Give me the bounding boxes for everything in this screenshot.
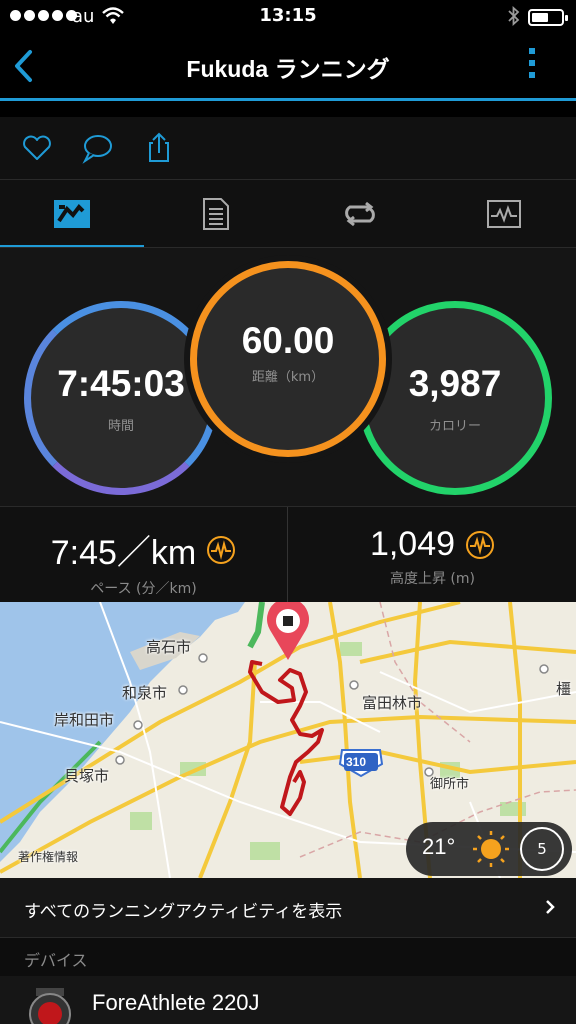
comment-icon[interactable] <box>80 131 114 165</box>
finish-pin-icon <box>267 602 309 660</box>
stats-panel: 7:45:03 時間 3,987 カロリー 60.00 距離（km） <box>0 247 576 506</box>
map-label-kaizuka: 貝塚市 <box>64 768 110 785</box>
watch-icon <box>29 988 71 1024</box>
pace-metric: 7:45／km ペース (分／km) <box>0 507 287 603</box>
elevation-label: 高度上昇 (m) <box>389 571 475 587</box>
overview-icon <box>54 200 90 228</box>
map-label-kishiwada: 岸和田市 <box>54 712 115 729</box>
pace-label: ペース (分／km) <box>90 581 197 597</box>
metrics-divider <box>287 507 288 603</box>
map-label-tondabayashi: 富田林市 <box>362 695 423 712</box>
device-row[interactable]: ForeAthlete 220J <box>0 976 576 1024</box>
route-310-label: 310 <box>346 755 367 769</box>
calories-circle: 3,987 カロリー <box>358 301 552 495</box>
map-label-takaishi: 高石市 <box>146 639 192 656</box>
weather-badge: 21° 5 <box>406 822 572 876</box>
battery-icon <box>528 9 568 26</box>
map-label-izumi: 和泉市 <box>122 685 168 702</box>
tab-charts[interactable] <box>432 180 576 248</box>
pace-value: 7:45／km <box>50 534 197 572</box>
laps-icon <box>345 201 375 227</box>
map-label-gose: 御所市 <box>430 776 470 791</box>
device-name: ForeAthlete 220J <box>92 990 260 1015</box>
calories-value: 3,987 <box>408 362 502 404</box>
metrics-row: 7:45／km ペース (分／km) 1,049 高度上昇 (m) <box>0 506 576 603</box>
tab-laps[interactable] <box>288 180 432 248</box>
tab-details[interactable] <box>144 180 288 248</box>
tab-bar <box>0 179 576 248</box>
bluetooth-icon <box>508 5 520 27</box>
tab-overview[interactable] <box>0 180 144 248</box>
share-icon[interactable] <box>142 131 176 165</box>
status-time: 13:15 <box>259 5 317 26</box>
social-actions <box>0 101 576 179</box>
distance-value: 60.00 <box>241 319 335 361</box>
chevron-right-icon <box>546 900 555 914</box>
calories-label: カロリー <box>428 418 481 434</box>
map-copyright-link[interactable]: 著作権情報 <box>18 848 78 865</box>
status-bar: au 13:15 <box>0 0 576 36</box>
elevation-value: 1,049 <box>369 525 456 563</box>
devices-section-label: デバイス <box>24 951 88 970</box>
sun-icon <box>473 831 509 867</box>
heart-icon[interactable] <box>20 131 54 165</box>
pace-info-icon[interactable] <box>206 535 236 565</box>
elevation-info-icon[interactable] <box>465 530 495 560</box>
time-circle: 7:45:03 時間 <box>24 301 218 495</box>
nav-bar: Fukuda ランニング <box>0 36 576 98</box>
devices-section-header: デバイス <box>0 938 576 976</box>
more-vertical-icon[interactable] <box>524 48 540 84</box>
time-value: 7:45:03 <box>57 362 185 404</box>
distance-circle: 60.00 距離（km） <box>190 261 386 457</box>
document-icon <box>203 198 229 230</box>
chart-icon <box>487 200 521 228</box>
all-activities-label: すべてのランニングアクティビティを表示 <box>24 902 343 922</box>
page-title: Fukuda ランニング <box>186 56 390 82</box>
map-label-kashihara: 橿 <box>556 681 572 698</box>
distance-label: 距離（km） <box>251 369 325 385</box>
wind-speed: 5 <box>520 827 564 871</box>
elevation-metric: 1,049 高度上昇 (m) <box>289 507 576 603</box>
route-path <box>248 660 324 816</box>
time-label: 時間 <box>107 418 134 434</box>
all-activities-row[interactable]: すべてのランニングアクティビティを表示 <box>0 878 576 938</box>
temperature: 21° <box>422 834 456 859</box>
